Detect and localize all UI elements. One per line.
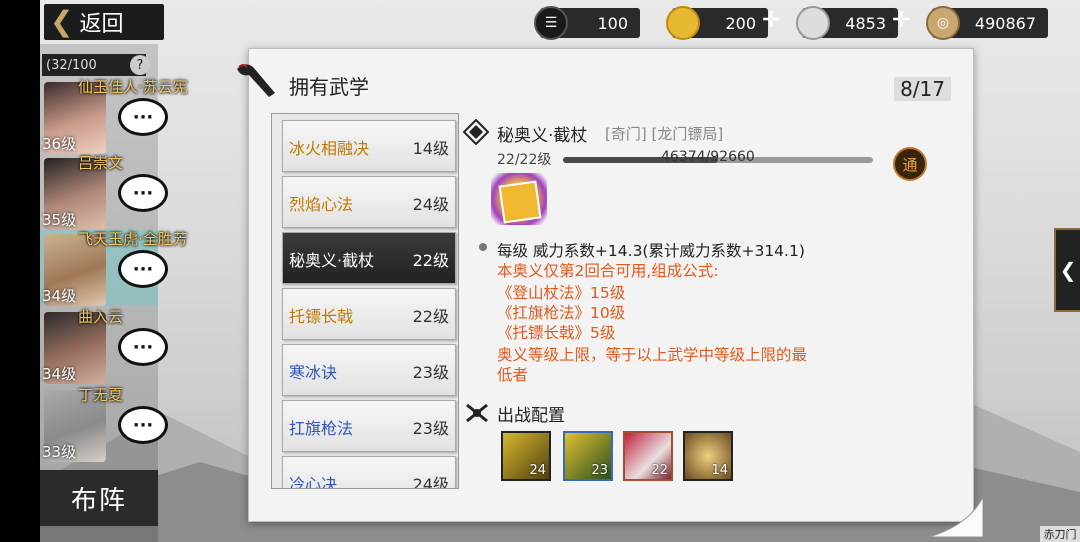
skill-item[interactable]: 冷心决 24级	[282, 456, 456, 489]
chat-bubble-icon[interactable]: ···	[118, 406, 168, 444]
skill-level: 22级	[412, 307, 449, 326]
skill-name: 寒冰诀	[289, 363, 338, 382]
hero-name: 吕崇文	[78, 154, 124, 172]
diamond-icon	[463, 119, 489, 145]
side-chevron-left-icon[interactable]: ❮	[1054, 228, 1080, 312]
skill-name: 冷心决	[289, 475, 338, 489]
hero-level: 35级	[42, 211, 77, 229]
resource-coin: ◎ 490867	[926, 6, 1048, 40]
tong-badge[interactable]: 通	[893, 147, 927, 181]
desc-line: 本奥义仅第2回合可用,组成公式:	[497, 262, 719, 280]
desc-line: 低者	[497, 366, 529, 384]
hero-name: 曲入云	[78, 308, 124, 326]
bullet-icon	[479, 243, 487, 251]
skill-level: 23级	[412, 363, 449, 382]
chat-bubble-icon[interactable]: ···	[118, 98, 168, 136]
exp-text: 46374/92660	[661, 149, 755, 165]
hero-card[interactable]: 曲入云 34级 ···	[40, 308, 168, 384]
silver-ingot-icon	[796, 6, 830, 40]
hero-count-text: (32/100	[46, 57, 97, 73]
hero-level: 34级	[42, 365, 77, 383]
skill-effect: 每级 威力系数+14.3(累计威力系数+314.1)	[497, 242, 805, 260]
skill-detail: 秘奥义·截杖 [奇门] [龙门镖局] 22/22级 46374/92660 通 …	[463, 113, 953, 491]
skill-name: 秘奥义·截杖	[289, 251, 375, 270]
hero-name: 丁无夏	[78, 386, 124, 404]
skill-level: 14级	[412, 139, 449, 158]
battle-slot[interactable]: 24	[501, 431, 551, 481]
slot-level: 24	[529, 463, 546, 478]
resource-value: 200	[725, 13, 756, 33]
desc-line: 《扛旗枪法》10级	[497, 304, 626, 322]
corner-tag: 赤刀门	[1040, 526, 1080, 542]
resource-silver: 4853	[796, 6, 898, 40]
skill-item[interactable]: 扛旗枪法 23级	[282, 400, 456, 452]
chat-bubble-icon[interactable]: ···	[118, 174, 168, 212]
skill-list[interactable]: 冰火相融决 14级 烈焰心法 24级 秘奥义·截杖 22级 托镖长戟 22级 寒…	[271, 113, 459, 489]
formation-button[interactable]: 布阵	[40, 470, 158, 526]
crossed-swords-icon	[466, 403, 488, 423]
skill-detail-name: 秘奥义·截杖	[497, 126, 588, 146]
hero-level: 34级	[42, 287, 77, 305]
gold-bar-icon	[666, 6, 700, 40]
chat-bubble-icon[interactable]: ···	[118, 328, 168, 366]
hero-count: (32/100 ?	[42, 54, 150, 76]
slot-level: 22	[651, 463, 668, 478]
skill-level: 24级	[412, 195, 449, 214]
resource-stamina: ☰ 100	[534, 6, 640, 40]
add-silver-icon[interactable]: ✛	[892, 8, 910, 33]
back-button[interactable]: ❮ 返回	[44, 4, 164, 40]
skill-tags: [奇门] [龙门镖局]	[605, 125, 724, 143]
skill-art-icon	[491, 173, 547, 225]
skill-item-selected[interactable]: 秘奥义·截杖 22级	[282, 232, 456, 284]
desc-line: 《托镖长戟》5级	[497, 324, 616, 342]
skill-item[interactable]: 烈焰心法 24级	[282, 176, 456, 228]
desc-line: 奥义等级上限，等于以上武学中等级上限的最	[497, 346, 808, 364]
skill-item[interactable]: 寒冰诀 23级	[282, 344, 456, 396]
hero-name: 飞天玉虎·全胜芳	[78, 230, 188, 248]
skill-name: 冰火相融决	[289, 139, 370, 158]
resource-value: 4853	[845, 13, 886, 33]
battle-slot[interactable]: 14	[683, 431, 733, 481]
skill-level: 22级	[412, 251, 449, 270]
battle-config-title: 出战配置	[497, 406, 565, 426]
resource-gold: 200	[666, 6, 768, 40]
skill-name: 烈焰心法	[289, 195, 354, 214]
chat-bubble-icon[interactable]: ···	[118, 250, 168, 288]
slot-level: 14	[711, 463, 728, 478]
hero-level: 36级	[42, 135, 77, 153]
resource-value: 100	[597, 13, 628, 33]
skill-item[interactable]: 冰火相融决 14级	[282, 120, 456, 172]
page-curl-icon[interactable]	[929, 497, 983, 537]
hero-card[interactable]: 丁无夏 33级 ···	[40, 386, 168, 462]
skill-level: 24级	[412, 475, 449, 489]
skill-level: 23级	[412, 419, 449, 438]
back-label: 返回	[79, 12, 124, 37]
desc-line: 《登山杖法》15级	[497, 284, 626, 302]
skill-item[interactable]: 托镖长戟 22级	[282, 288, 456, 340]
coin-icon: ◎	[926, 6, 960, 40]
chevron-left-icon: ❮	[50, 5, 74, 38]
skill-name: 扛旗枪法	[289, 419, 354, 438]
hero-card-selected[interactable]: 飞天玉虎·全胜芳 34级 ···	[40, 230, 188, 306]
hero-card[interactable]: 吕崇文 35级 ···	[40, 154, 168, 230]
resource-value: 490867	[974, 13, 1036, 33]
add-gold-icon[interactable]: ✛	[762, 8, 780, 33]
hero-level: 33级	[42, 443, 77, 461]
battle-slot[interactable]: 23	[563, 431, 613, 481]
panel-title: 拥有武学	[289, 75, 369, 99]
skill-name: 托镖长戟	[289, 307, 354, 326]
martial-arts-panel: 拥有武学 8/17 冰火相融决 14级 烈焰心法 24级 秘奥义·截杖 22级 …	[237, 48, 983, 537]
brush-stroke-icon	[237, 64, 275, 97]
help-icon[interactable]: ?	[130, 55, 150, 75]
slot-level: 23	[591, 463, 608, 478]
hero-card[interactable]: 仙玉佳人·苏云宪 36级 ···	[40, 78, 188, 154]
skill-detail-level: 22/22级	[497, 152, 552, 168]
table-icon: ☰	[534, 6, 568, 40]
hero-name: 仙玉佳人·苏云宪	[78, 78, 188, 96]
page-count: 8/17	[894, 77, 951, 101]
battle-slot[interactable]: 22	[623, 431, 673, 481]
